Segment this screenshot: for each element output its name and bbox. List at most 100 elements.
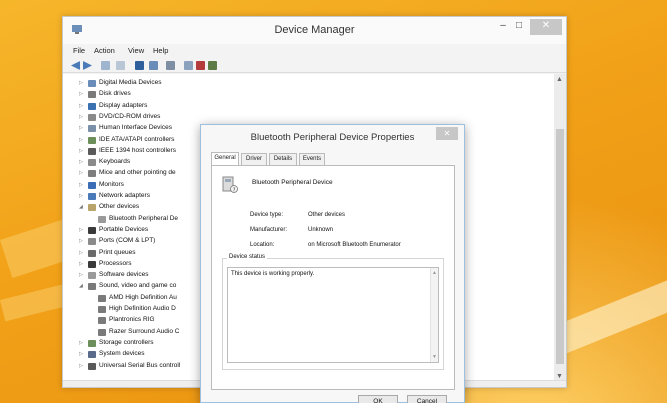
collapsed-arrow-icon[interactable]: ▷ [79,80,83,86]
device-category-icon [88,272,96,280]
ok-button[interactable]: OK [358,395,398,403]
collapsed-arrow-icon[interactable]: ▷ [79,125,83,131]
device-category-icon [88,113,96,121]
scroll-down-icon[interactable]: ▼ [556,373,563,380]
monitor-icon[interactable] [149,61,158,70]
window-title: Device Manager [274,24,355,36]
collapsed-arrow-icon[interactable]: ▷ [79,182,83,188]
collapsed-arrow-icon[interactable]: ▷ [79,91,83,97]
menu-view[interactable]: View [128,46,144,55]
tree-item-label: Monitors [99,180,124,188]
menu-file[interactable]: File [73,46,85,55]
disable-icon[interactable] [184,61,193,70]
collapsed-arrow-icon[interactable]: ▷ [79,363,83,369]
collapsed-arrow-icon[interactable]: ▷ [79,137,83,143]
close-button[interactable]: ✕ [530,19,562,35]
tree-item-label: IDE ATA/ATAPI controllers [99,135,175,143]
minimize-button[interactable]: – [496,19,510,35]
scroll-thumb[interactable] [556,129,564,364]
expanded-arrow-icon[interactable]: ◢ [79,283,83,289]
tab-events[interactable]: Events [299,153,325,165]
properties-grid-icon[interactable] [101,61,110,70]
device-category-icon [88,159,96,167]
tree-item-label: Other devices [99,203,140,211]
menu-bar: File Action View Help [63,44,566,59]
tree-item-label: Digital Media Devices [99,79,162,86]
tree-item-label: Universal Serial Bus controll [99,361,181,369]
device-category-icon [88,283,96,291]
help-icon[interactable] [116,61,125,70]
back-icon[interactable] [71,61,80,70]
status-scrollbar[interactable]: ▲ ▼ [430,268,438,362]
device-category-icon [88,238,96,246]
collapsed-arrow-icon[interactable]: ▷ [79,261,83,267]
menu-help[interactable]: Help [153,46,168,55]
device-category-icon [88,339,96,347]
collapsed-arrow-icon[interactable]: ▷ [79,170,83,176]
forward-icon[interactable] [83,61,92,70]
scan-icon[interactable] [166,61,175,70]
device-category-icon [88,136,96,144]
location-value: on Microsoft Bluetooth Enumerator [308,242,401,248]
collapsed-arrow-icon[interactable]: ▷ [79,103,83,109]
collapsed-arrow-icon[interactable]: ▷ [79,250,83,256]
tree-item-label: Processors [99,259,132,267]
update-driver-icon[interactable] [135,61,144,70]
maximize-button[interactable]: □ [512,19,526,35]
collapsed-arrow-icon[interactable]: ▷ [79,193,83,199]
tree-item-label: Sound, video and game co [99,282,177,290]
svg-text:?: ? [233,187,236,193]
device-category-icon [98,306,106,313]
collapsed-arrow-icon[interactable]: ▷ [79,148,83,154]
tree-item-label: IEEE 1394 host controllers [99,146,176,154]
device-category-icon [88,170,96,178]
collapsed-arrow-icon[interactable]: ▷ [79,159,83,165]
collapsed-arrow-icon[interactable]: ▷ [79,227,83,233]
status-scroll-up-icon[interactable]: ▲ [432,270,437,276]
collapsed-arrow-icon[interactable]: ▷ [79,114,83,120]
device-category-icon [98,317,106,325]
device-category-icon [88,181,96,189]
device-tree[interactable]: ▷ Digital Media Devices ▷ Disk drives ▷ Displ… [63,74,211,382]
device-category-icon [98,328,106,336]
device-category-icon [98,294,106,302]
tab-driver[interactable]: Driver [241,153,267,165]
collapsed-arrow-icon[interactable]: ▷ [79,340,83,346]
scroll-up-icon[interactable]: ▲ [556,76,563,83]
tree-item-label: Storage controllers [99,338,154,346]
collapsed-arrow-icon[interactable]: ▷ [79,272,83,278]
tree-item-label: Disk drives [99,90,131,98]
device-status-textbox[interactable]: This device is working properly. ▲ ▼ [227,267,439,363]
manufacturer-value: Unknown [308,227,334,233]
tree-item-label: Ports (COM & LPT) [99,237,156,245]
location-label: Location: [250,242,275,248]
device-category-icon [88,147,96,155]
dialog-close-button[interactable]: ✕ [436,127,458,140]
tab-general[interactable]: General [211,152,239,166]
expanded-arrow-icon[interactable]: ◢ [79,204,83,210]
menu-action[interactable]: Action [94,46,115,55]
tree-item-label: Mice and other pointing de [99,169,176,177]
device-category-icon [88,91,96,99]
tree-item-label: High Definition Audio D [109,305,176,312]
status-scroll-down-icon[interactable]: ▼ [432,354,437,360]
device-category-icon [88,351,96,359]
device-category-icon [88,102,96,110]
device-name: Bluetooth Peripheral Device [252,179,333,186]
toolbar [63,59,566,73]
uninstall-icon[interactable] [196,61,205,70]
collapsed-arrow-icon[interactable]: ▷ [79,238,83,244]
device-category-icon [88,193,96,200]
tab-details[interactable]: Details [269,153,297,165]
unknown-device-icon: ? [222,176,238,193]
add-legacy-icon[interactable] [208,61,217,70]
tree-item-label: Software devices [99,271,149,279]
device-category-icon [98,215,106,223]
cancel-button[interactable]: Cancel [407,395,447,403]
vertical-scrollbar[interactable]: ▲ ▼ [554,74,566,382]
properties-dialog: Bluetooth Peripheral Device Properties ✕… [200,124,465,403]
title-bar[interactable]: Device Manager – □ ✕ [63,17,566,44]
device-category-icon [88,226,96,234]
manufacturer-label: Manufacturer: [250,227,288,233]
collapsed-arrow-icon[interactable]: ▷ [79,351,83,357]
